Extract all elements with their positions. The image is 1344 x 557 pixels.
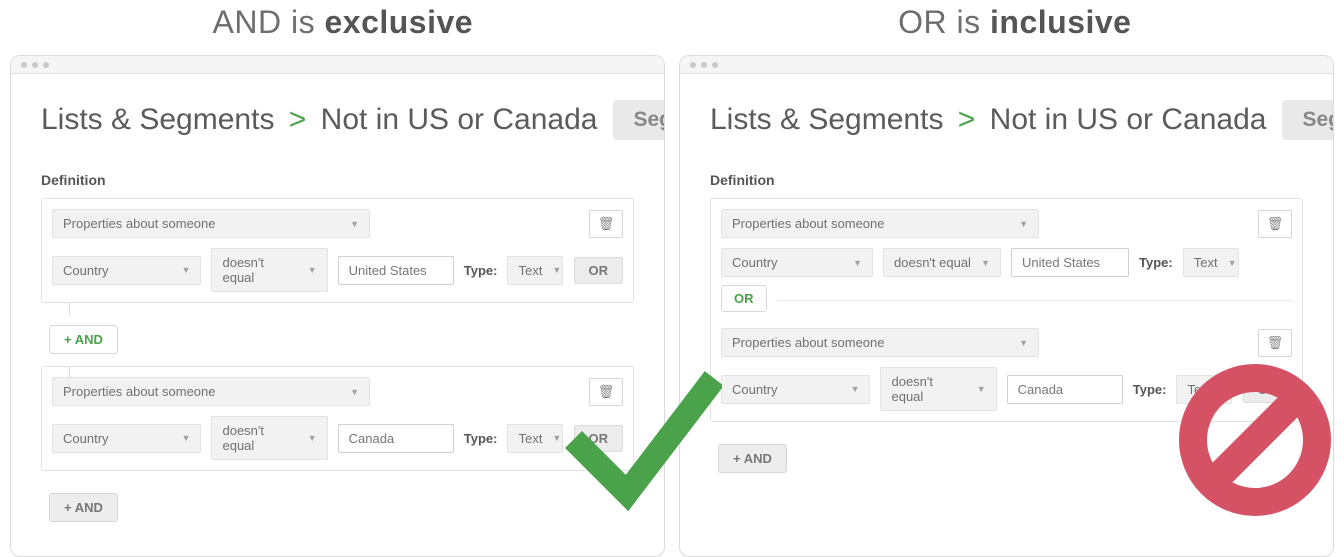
definition-label: Definition xyxy=(41,172,634,188)
chevron-down-icon: ▼ xyxy=(350,387,359,397)
window-controls xyxy=(11,56,664,74)
checkmark-icon xyxy=(562,358,722,518)
operator-select[interactable]: doesn't equal▼ xyxy=(880,367,996,411)
field-select[interactable]: Country▼ xyxy=(52,256,201,285)
type-select[interactable]: Text▼ xyxy=(1183,248,1239,277)
chevron-down-icon: ▼ xyxy=(552,265,561,275)
value-input[interactable]: Canada xyxy=(338,424,454,453)
delete-button[interactable]: 🗑 xyxy=(1258,329,1292,357)
breadcrumb: Lists & Segments > Not in US or Canada xyxy=(41,103,597,137)
chevron-down-icon: ▼ xyxy=(1019,338,1028,348)
and-pill[interactable]: + AND xyxy=(49,325,118,354)
title-right: OR is inclusive xyxy=(898,4,1131,41)
breadcrumb-current: Not in US or Canada xyxy=(321,103,598,136)
property-select[interactable]: Properties about someone▼ xyxy=(721,209,1039,238)
property-select[interactable]: Properties about someone▼ xyxy=(721,328,1039,357)
add-and-button[interactable]: + AND xyxy=(49,493,118,522)
breadcrumb: Lists & Segments > Not in US or Canada xyxy=(710,103,1266,137)
type-label: Type: xyxy=(1139,255,1173,270)
type-label: Type: xyxy=(464,263,498,278)
operator-select[interactable]: doesn't equal▼ xyxy=(211,416,327,460)
delete-button[interactable]: 🗑 xyxy=(1258,210,1292,238)
dot-icon xyxy=(32,62,38,68)
dot-icon xyxy=(21,62,27,68)
type-select[interactable]: Text▼ xyxy=(507,424,563,453)
rule-group: Properties about someone▼ 🗑 Country▼ doe… xyxy=(41,198,634,303)
field-select[interactable]: Country▼ xyxy=(721,248,873,277)
type-label: Type: xyxy=(1133,382,1167,397)
chevron-down-icon: ▼ xyxy=(552,433,561,443)
trash-icon: 🗑 xyxy=(1267,216,1284,232)
chevron-down-icon: ▼ xyxy=(851,384,860,394)
property-select[interactable]: Properties about someone▼ xyxy=(52,377,370,406)
chevron-down-icon: ▼ xyxy=(1228,258,1237,268)
breadcrumb-current: Not in US or Canada xyxy=(990,103,1267,136)
segment-button[interactable]: Segment xyxy=(1282,100,1334,140)
breadcrumb-parent[interactable]: Lists & Segments xyxy=(41,103,274,136)
rule-group: Properties about someone▼ 🗑 Country▼ doe… xyxy=(41,366,634,471)
field-select[interactable]: Country▼ xyxy=(52,424,201,453)
dot-icon xyxy=(701,62,707,68)
chevron-down-icon: ▼ xyxy=(182,265,191,275)
chevron-down-icon: ▼ xyxy=(308,265,317,275)
dot-icon xyxy=(43,62,49,68)
title-left: AND is exclusive xyxy=(213,4,474,41)
breadcrumb-parent[interactable]: Lists & Segments xyxy=(710,103,943,136)
segment-button[interactable]: Segment xyxy=(613,100,665,140)
type-select[interactable]: Text▼ xyxy=(507,256,563,285)
operator-select[interactable]: doesn't equal▼ xyxy=(883,248,1001,277)
breadcrumb-sep: > xyxy=(289,103,307,136)
breadcrumb-sep: > xyxy=(958,103,976,136)
value-input[interactable]: United States xyxy=(338,256,454,285)
chevron-down-icon: ▼ xyxy=(182,433,191,443)
dot-icon xyxy=(712,62,718,68)
or-pill[interactable]: OR xyxy=(721,285,767,312)
value-input[interactable]: United States xyxy=(1011,248,1129,277)
or-button[interactable]: OR xyxy=(574,257,624,284)
divider xyxy=(777,300,1293,301)
chevron-down-icon: ▼ xyxy=(1019,219,1028,229)
value-input[interactable]: Canada xyxy=(1007,375,1123,404)
field-select[interactable]: Country▼ xyxy=(721,375,870,404)
window-controls xyxy=(680,56,1333,74)
chevron-down-icon: ▼ xyxy=(350,219,359,229)
chevron-down-icon: ▼ xyxy=(977,384,986,394)
chevron-down-icon: ▼ xyxy=(308,433,317,443)
trash-icon: 🗑 xyxy=(598,216,615,232)
type-label: Type: xyxy=(464,431,498,446)
property-select[interactable]: Properties about someone▼ xyxy=(52,209,370,238)
delete-button[interactable]: 🗑 xyxy=(589,210,623,238)
definition-label: Definition xyxy=(710,172,1303,188)
dot-icon xyxy=(690,62,696,68)
chevron-down-icon: ▼ xyxy=(853,258,862,268)
prohibited-icon xyxy=(1175,360,1335,520)
add-and-button[interactable]: + AND xyxy=(718,444,787,473)
operator-select[interactable]: doesn't equal▼ xyxy=(211,248,327,292)
chevron-down-icon: ▼ xyxy=(981,258,990,268)
trash-icon: 🗑 xyxy=(1267,335,1284,351)
